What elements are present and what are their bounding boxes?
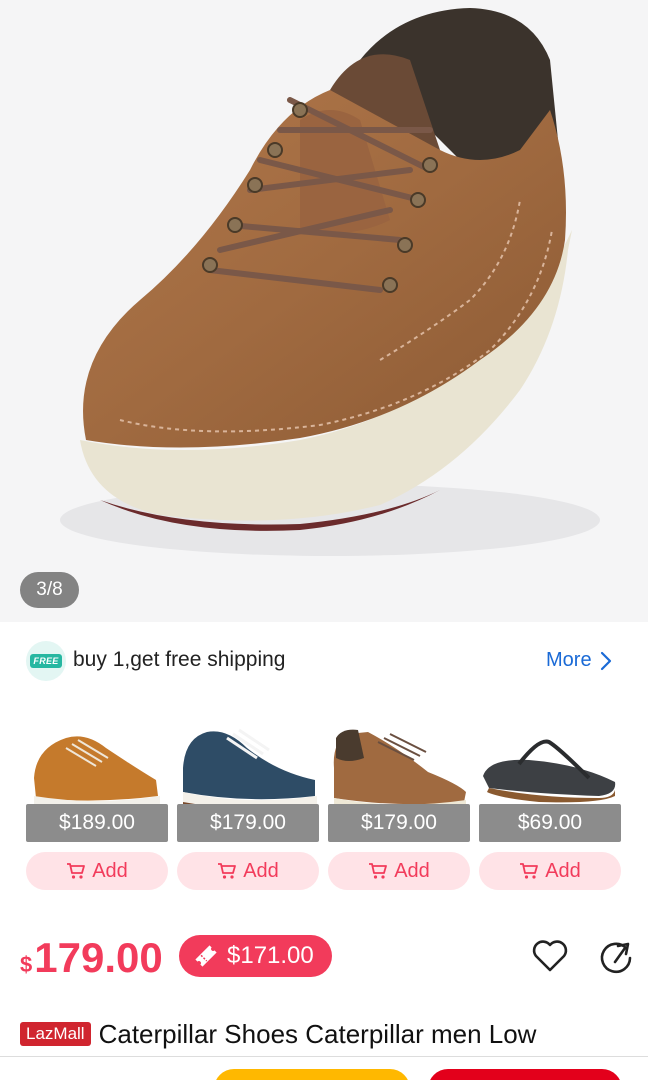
add-to-cart-button[interactable]: Add	[479, 852, 621, 890]
recommendation-card[interactable]: $189.00 Add	[26, 710, 168, 900]
product-image	[60, 8, 600, 556]
add-label: Add	[92, 859, 128, 882]
recommendation-price: $69.00	[479, 804, 621, 842]
product-image-gallery[interactable]: 3/8	[0, 0, 648, 622]
product-thumbnail	[483, 739, 616, 803]
chevron-right-icon	[600, 651, 611, 670]
shipping-promo-row[interactable]: FREE buy 1,get free shipping More	[0, 622, 648, 702]
product-title-row: LazMall Caterpillar Shoes Caterpillar me…	[20, 1014, 640, 1054]
add-to-cart-button[interactable]: Add	[26, 852, 168, 890]
bottom-action-bar	[0, 1056, 648, 1080]
add-label: Add	[545, 859, 581, 882]
add-to-cart-main-button[interactable]	[428, 1069, 622, 1080]
currency-symbol: $	[20, 952, 33, 977]
promo-text: buy 1,get free shipping	[73, 648, 286, 671]
free-badge-label: FREE	[30, 654, 62, 668]
add-label: Add	[394, 859, 430, 882]
lazmall-badge: LazMall	[20, 1022, 91, 1046]
product-thumbnail	[183, 728, 317, 813]
cart-icon	[520, 863, 539, 879]
share-icon[interactable]	[596, 936, 636, 976]
buy-now-button[interactable]	[214, 1069, 410, 1080]
product-thumbnail	[34, 736, 160, 810]
recommendation-card[interactable]: $179.00 Add	[177, 710, 319, 900]
product-title: Caterpillar Shoes Caterpillar men Low	[98, 1018, 537, 1049]
cart-icon	[218, 863, 237, 879]
more-label: More	[546, 649, 592, 671]
free-shipping-icon: FREE	[26, 641, 66, 681]
recommendation-card[interactable]: $179.00 Add	[328, 710, 470, 900]
add-to-cart-button[interactable]: Add	[328, 852, 470, 890]
recommendation-price: $179.00	[177, 804, 319, 842]
price-row: $ 179.00 $171.00	[0, 930, 648, 990]
ticket-icon	[195, 945, 217, 967]
cart-icon	[67, 863, 86, 879]
voucher-price-badge[interactable]: $171.00	[179, 935, 332, 977]
recommendation-price: $179.00	[328, 804, 470, 842]
add-to-cart-button[interactable]: Add	[177, 852, 319, 890]
more-link[interactable]: More	[546, 649, 612, 672]
price-amount: 179.00	[34, 934, 163, 981]
main-price: $ 179.00	[20, 934, 163, 982]
cart-icon	[369, 863, 388, 879]
image-counter: 3/8	[20, 572, 79, 608]
add-label: Add	[243, 859, 279, 882]
heart-icon[interactable]	[530, 936, 570, 976]
voucher-price-label: $171.00	[227, 942, 314, 969]
recommendation-strip: $189.00 Add $179.00 Add $179.00 Add $69.…	[0, 710, 648, 900]
recommendation-price: $189.00	[26, 804, 168, 842]
product-thumbnail	[333, 729, 466, 812]
recommendation-card[interactable]: $69.00 Add	[479, 710, 621, 900]
